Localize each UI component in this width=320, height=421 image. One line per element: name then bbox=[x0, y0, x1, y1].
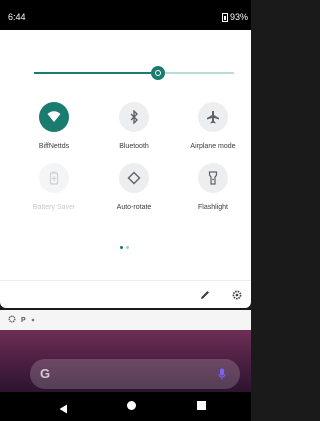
battery-icon bbox=[221, 12, 228, 22]
tile-flashlight-label: Flashlight bbox=[198, 204, 228, 211]
navigation-bar bbox=[0, 392, 251, 421]
tile-battery-saver-label: Battery Saver bbox=[32, 204, 76, 211]
tile-airplane[interactable]: Airplane mode bbox=[178, 102, 248, 150]
google-search-bar[interactable]: G bbox=[30, 359, 240, 389]
page-indicator bbox=[120, 246, 129, 249]
mic-icon[interactable] bbox=[218, 367, 226, 385]
home-button[interactable] bbox=[127, 401, 136, 410]
parking-icon: P bbox=[21, 316, 26, 324]
tile-bluetooth[interactable]: Bluetooth bbox=[99, 102, 169, 150]
tile-auto-rotate[interactable]: Auto-rotate bbox=[99, 163, 169, 211]
auto-rotate-icon bbox=[119, 163, 149, 193]
tile-auto-rotate-label: Auto-rotate bbox=[116, 204, 152, 211]
gear-icon bbox=[8, 315, 16, 325]
quick-settings-panel: BiffNettds Bluetooth Airplane mode Batte… bbox=[0, 30, 251, 308]
status-bar: 6:44 93% bbox=[0, 0, 251, 30]
home-wallpaper: G bbox=[0, 330, 251, 392]
dot-icon bbox=[31, 317, 35, 324]
bluetooth-icon bbox=[119, 102, 149, 132]
page-dot-active bbox=[120, 246, 123, 249]
google-g-logo: G bbox=[40, 366, 51, 381]
quick-settings-footer bbox=[0, 280, 251, 309]
brightness-fill bbox=[34, 72, 158, 74]
back-button[interactable] bbox=[59, 401, 68, 419]
tile-bluetooth-label: Bluetooth bbox=[119, 143, 149, 150]
status-right: 93% bbox=[221, 12, 248, 22]
recents-button[interactable] bbox=[197, 401, 206, 410]
wifi-icon bbox=[39, 102, 69, 132]
brightness-icon bbox=[155, 70, 161, 76]
tile-airplane-label: Airplane mode bbox=[190, 143, 236, 150]
notification-strip[interactable]: P bbox=[0, 310, 251, 330]
status-time: 6:44 bbox=[8, 12, 26, 22]
settings-icon[interactable] bbox=[232, 287, 242, 305]
tile-wifi[interactable]: BiffNettds bbox=[19, 102, 89, 150]
airplane-icon bbox=[198, 102, 228, 132]
flashlight-icon bbox=[198, 163, 228, 193]
edit-icon[interactable] bbox=[200, 287, 210, 305]
tile-battery-saver[interactable]: Battery Saver bbox=[19, 163, 89, 211]
brightness-thumb[interactable] bbox=[151, 66, 165, 80]
tile-flashlight[interactable]: Flashlight bbox=[178, 163, 248, 211]
page-dot bbox=[126, 246, 129, 249]
brightness-slider[interactable] bbox=[34, 66, 234, 80]
battery-saver-icon bbox=[39, 163, 69, 193]
tile-wifi-label: BiffNettds bbox=[38, 143, 70, 150]
battery-percent: 93% bbox=[229, 12, 248, 22]
